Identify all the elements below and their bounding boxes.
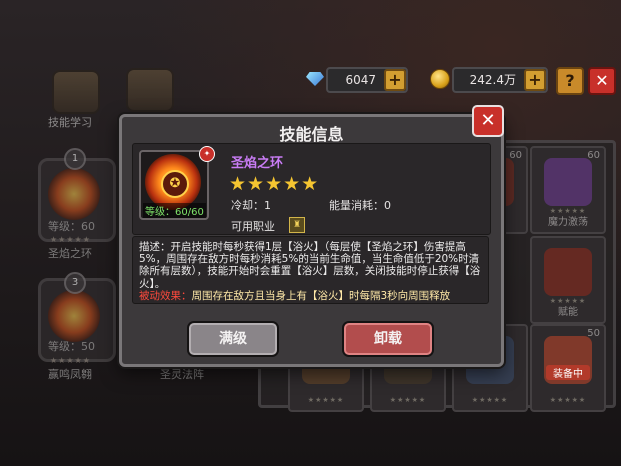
slot-3-number-badge: 3 [64,272,86,294]
grid-card-stars: ★★★★★ [307,396,345,404]
slot-1-name: 圣焰之环 [48,247,92,260]
skill-type-badge-icon: ✦ [199,146,215,162]
grid-card-art [544,158,592,206]
skill-slot-1-art [48,168,100,220]
slot-3-stars: ★★★★★ [50,356,91,365]
skill-stars: ★★★★★ [229,173,320,195]
close-dialog-button[interactable]: ✕ [472,105,504,137]
skill-slot-3-art [48,290,100,342]
slot-3-name: 赢鸣凤翱 [48,368,92,381]
skill-description: 描述：开启技能时每秒获得1层【浴火】（每层使【圣焰之环】伤害提高5%，周围存在敌… [139,241,481,290]
skill-summary-panel: ✪ 等级：60/60 ✦ 圣焰之环 ★★★★★ 冷却：1 能量消耗：0 可用职业… [132,143,491,235]
grid-card-stars: ★★★★★ [389,396,427,404]
slot-1-number-badge: 1 [64,148,86,170]
grid-card-label: 赋能 [558,307,578,318]
grid-card-label: 魔力激荡 [548,217,588,228]
skill-study-icon[interactable] [52,70,100,114]
exit-button[interactable]: ✕ [588,67,616,95]
passive-effect-text: 周围存在敌方且当身上有【浴火】时每隔3秒向周围释放 [191,289,451,302]
passive-effect-tag: 被动效果： [139,289,192,302]
unload-button[interactable]: 卸载 [344,323,432,355]
skill-name: 圣焰之环 [231,156,284,171]
dialog-title: 技能信息 [279,125,344,144]
grid-card-equipped[interactable]: 50 装备中 ★★★★★ [530,324,606,412]
equipped-tag: 装备中 [546,365,590,380]
grid-card-stars: ★★★★★ [549,396,587,404]
usable-class-label: 可用职业 [231,220,275,233]
skill-description-panel: 描述：开启技能时每秒获得1层【浴火】（每层使【圣焰之环】伤害提高5%，周围存在敌… [132,236,489,304]
gold-coin-icon [430,69,450,89]
grid-card-stars: ★★★★★ [471,396,509,404]
cooldown-stat: 冷却：1 [231,199,271,212]
skill-level: 等级：60/60 [143,203,206,218]
max-level-button[interactable]: 满级 [189,323,277,355]
add-gems-button[interactable]: + [384,69,406,91]
nav-skill-study-label: 技能学习 [48,116,92,129]
energy-cost-stat: 能量消耗：0 [329,199,391,212]
slot-3-level: 等级：50 [48,340,95,353]
add-gold-button[interactable]: + [524,69,546,91]
holy-array-label: 圣灵法阵 [160,368,204,381]
grid-card[interactable]: ★★★★★ 赋能 [530,236,606,324]
slot-1-stars: ★★★★★ [50,235,91,244]
skill-icon-frame: ✪ 等级：60/60 [139,150,209,220]
slot-1-level: 等级：60 [48,220,95,233]
gold-amount: 242.4万 [469,73,516,87]
sigil-icon: ✪ [161,170,189,198]
treasure-chest-icon[interactable] [126,68,174,112]
grid-card[interactable]: 60 ★★★★★ 魔力激荡 [530,146,606,234]
skill-info-dialog: 技能信息 ✕ ✪ 等级：60/60 ✦ 圣焰之环 ★★★★★ 冷却：1 能量消耗… [119,105,504,367]
help-button[interactable]: ? [556,67,584,95]
gem-amount: 6047 [345,73,376,87]
grid-card-art [544,248,592,296]
passive-effect: 被动效果：周围存在敌方且当身上有【浴火】时每隔3秒向周围释放 [139,290,450,302]
class-icon: ♜ [289,217,305,233]
